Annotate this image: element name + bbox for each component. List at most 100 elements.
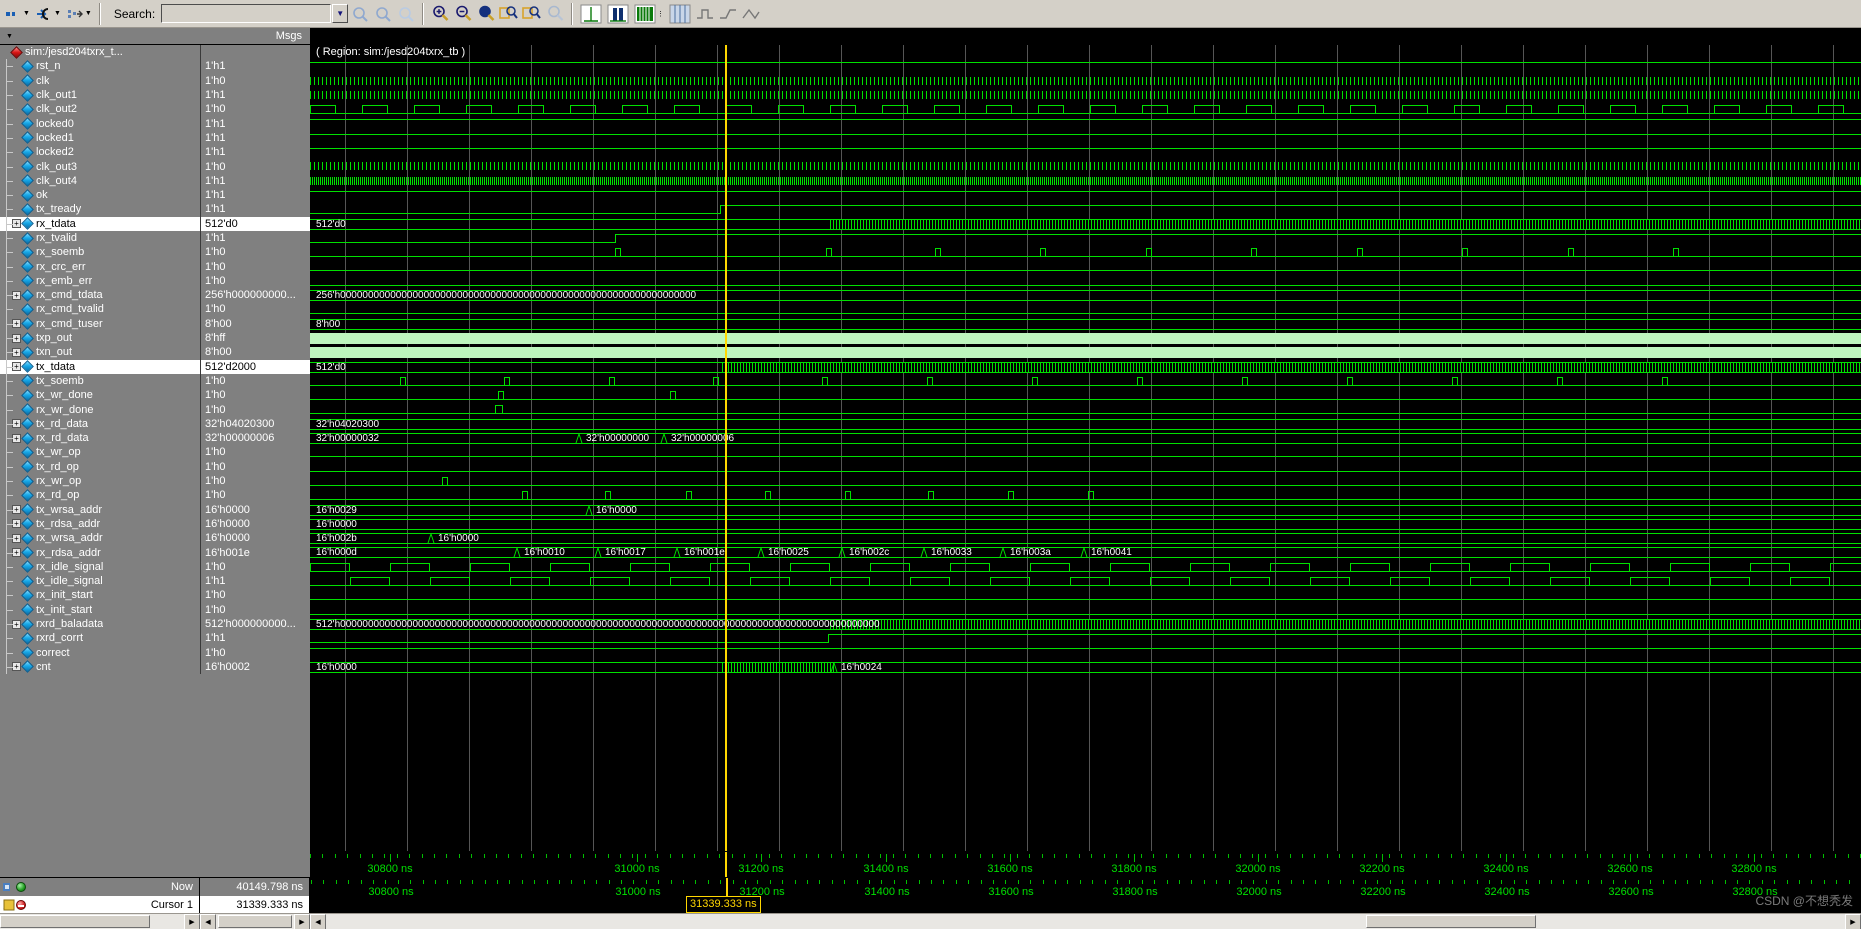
waveform-row-tx_rd_data[interactable]: 32'h04020300 [310,417,1861,431]
zoom-cursor-icon[interactable] [498,3,520,25]
waveform-row-rx_tdata[interactable]: 512'd0 [310,217,1861,231]
signal-row-rx_rdsa_addr[interactable]: + rx_rdsa_addr [0,545,200,560]
waveform-row-tx_soemb[interactable] [310,374,1861,388]
wave-hscroll-thumb[interactable] [1366,915,1536,928]
wave-mode-full-icon[interactable] [632,3,658,25]
signal-row-tx_idle_signal[interactable]: tx_idle_signal [0,573,200,589]
signal-row-rx_rd_op[interactable]: rx_rd_op [0,488,200,503]
waveform-row-clk[interactable] [310,74,1861,88]
waveform-row-rx_wr_done[interactable] [310,402,1861,416]
zoom-in-icon[interactable] [429,3,451,25]
signal-row-rx_tdata[interactable]: + rx_tdata [0,216,200,231]
signal-row-tx_wr_done[interactable]: tx_wr_done [0,388,200,403]
waveform-row-clk_out1[interactable] [310,88,1861,102]
wave-mode-single-icon[interactable] [578,3,604,25]
waveform-row-rx_wr_op[interactable] [310,474,1861,488]
waveform-row-rxrd_baladata[interactable]: 512'h00000000000000000000000000000000000… [310,617,1861,631]
cursor-time-flag[interactable]: 31339.333 ns [686,896,761,913]
expand-toggle-icon[interactable]: + [12,290,21,300]
names-hscroll-thumb[interactable] [0,915,150,928]
waveform-row-correct[interactable] [310,645,1861,659]
waveform-row-rx_emb_err[interactable] [310,274,1861,288]
waveform-row-tx_wr_done[interactable] [310,388,1861,402]
bookmark-dropdown-arrow[interactable]: ▼ [23,10,30,17]
signal-row-rx_cmd_tvalid[interactable]: rx_cmd_tvalid [0,302,200,317]
signal-row-rx_cmd_tuser[interactable]: + rx_cmd_tuser [0,316,200,331]
signal-row-clk_out4[interactable]: clk_out4 [0,173,200,188]
signal-row-cnt[interactable]: + cnt [0,659,200,675]
name-sort-caret-icon[interactable]: ▼ [6,33,13,40]
expand-toggle-icon[interactable]: + [12,433,21,443]
signal-row-tx_init_start[interactable]: tx_init_start [0,602,200,617]
expand-dropdown-arrow[interactable]: ▼ [85,10,92,17]
now-add-cursor-icon[interactable] [16,882,26,892]
expand-toggle-icon[interactable]: + [12,219,21,229]
cursor-row[interactable]: Cursor 1 [0,896,199,914]
waveform-row-ok[interactable] [310,188,1861,202]
values-hscroll-track[interactable] [216,914,294,929]
waveform-row-locked0[interactable] [310,116,1861,130]
waveform-row-tx_wrsa_addr[interactable]: 16'h0029 16'h0000 [310,503,1861,517]
signal-row-tx_tready[interactable]: tx_tready [0,202,200,217]
signal-row-clk[interactable]: clk [0,73,200,88]
signal-name-rows[interactable]: sim:/jesd204txrx_t... rst_n clk clk_out1 clk… [0,45,200,877]
signal-row-rx_wr_done[interactable]: rx_wr_done [0,402,200,417]
signal-row-clk_out1[interactable]: clk_out1 [0,87,200,103]
waveform-row-rx_cmd_tdata[interactable]: 256'h00000000000000000000000000000000000… [310,288,1861,302]
expand-toggle-icon[interactable]: + [12,662,21,672]
waveform-row-rx_crc_err[interactable] [310,259,1861,273]
waveform-row-tx_wr_op[interactable] [310,445,1861,459]
names-hscrollbar[interactable]: ▶ [0,914,200,929]
names-hscroll-track[interactable] [0,914,184,929]
expand-toggle-icon[interactable]: + [12,347,21,357]
expand-toggle-icon[interactable]: + [12,333,21,343]
expand-toggle-icon[interactable]: + [12,548,21,558]
waveform-row-rx_wrsa_addr[interactable]: 16'h002b 16'h0000 [310,531,1861,545]
signal-row-ok[interactable]: ok [0,187,200,203]
expand-toggle-icon[interactable]: + [12,419,21,429]
signal-row-rx_wrsa_addr[interactable]: + rx_wrsa_addr [0,531,200,546]
wave-hscroll-track[interactable] [326,914,1845,929]
waveform-row-rx_rd_data[interactable]: 32'h00000032 32'h00000000 32'h00000006 [310,431,1861,445]
zoom-full-icon[interactable] [475,3,497,25]
waveform-row-locked1[interactable] [310,131,1861,145]
signal-row-rx_init_start[interactable]: rx_init_start [0,588,200,603]
expand-toggle-icon[interactable]: + [12,519,21,529]
wave-slope-icon[interactable] [740,3,762,25]
waveform-row-rst_n[interactable] [310,59,1861,73]
waveform-row-sim--jesd204txrx_t---[interactable] [310,45,1861,59]
wave-mode-dual-icon[interactable] [605,3,631,25]
cursor-line[interactable] [725,45,727,851]
signal-row-rx_cmd_tdata[interactable]: + rx_cmd_tdata [0,288,200,303]
wave-bookmark-icon[interactable] [2,3,24,25]
goto-dropdown-arrow[interactable]: ▼ [54,10,61,17]
signal-row-tx_rd_op[interactable]: tx_rd_op [0,459,200,474]
wave-hscrollbar[interactable]: ◀ ▶ [310,914,1861,929]
signal-row-tx_rd_data[interactable]: + tx_rd_data [0,416,200,432]
waveform-row-tx_rd_op[interactable] [310,460,1861,474]
waveform-row-rxrd_corrt[interactable] [310,631,1861,645]
signal-row-tx_wrsa_addr[interactable]: + tx_wrsa_addr [0,502,200,517]
waveform-row-tx_rdsa_addr[interactable]: 16'h0000 [310,517,1861,531]
find-prev-icon[interactable] [349,3,371,25]
signal-row-locked1[interactable]: locked1 [0,130,200,146]
wave-expand-icon[interactable] [64,3,86,25]
expand-toggle-icon[interactable]: + [12,505,21,515]
time-ruler[interactable]: 30800 ns 31000 ns 31200 ns 31400 ns 31600 ns… [310,851,1861,877]
signal-row-locked2[interactable]: locked2 [0,145,200,160]
wave-mode-dropdown-arrow[interactable]: ⋮ [657,10,664,18]
signal-row-tx_wr_op[interactable]: tx_wr_op [0,445,200,460]
values-hscrollbar[interactable]: ◀ ▶ [200,914,310,929]
signal-row-rx_emb_err[interactable]: rx_emb_err [0,273,200,289]
signal-row-rxrd_corrt[interactable]: rxrd_corrt [0,631,200,646]
signal-row-locked0[interactable]: locked0 [0,116,200,131]
waveform-row-tx_tready[interactable] [310,202,1861,216]
expand-toggle-icon[interactable]: + [12,319,21,329]
waveform-row-txn_out[interactable] [310,345,1861,359]
signal-row-tx_soemb[interactable]: tx_soemb [0,373,200,389]
cursor-delete-icon[interactable] [16,900,26,910]
waveform-pane[interactable]: 512'd0 256'h00000000000000000000000000000… [310,28,1861,877]
waveform-row-cnt[interactable]: 16'h0000 16'h0024 [310,660,1861,674]
waveform-row-tx_tdata[interactable]: 512'd0 [310,360,1861,374]
signal-row-rx_idle_signal[interactable]: rx_idle_signal [0,559,200,574]
